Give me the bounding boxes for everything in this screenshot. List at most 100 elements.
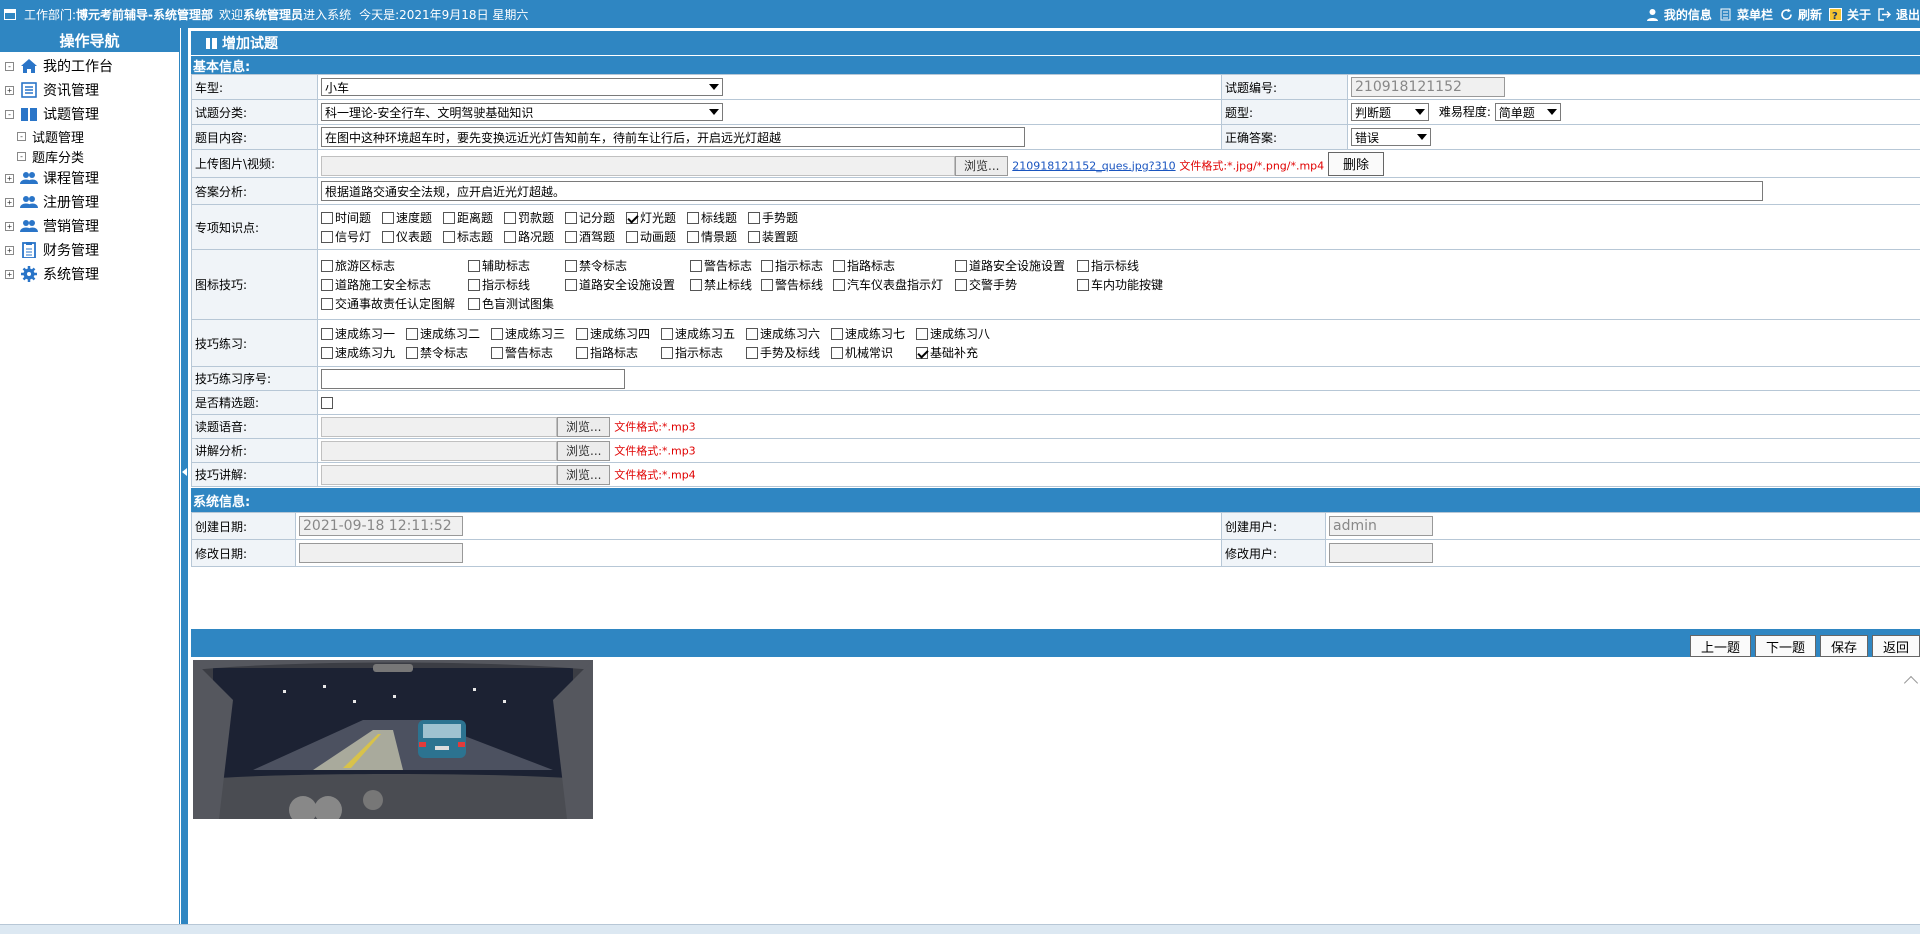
- checkbox-option[interactable]: 速成练习九: [321, 344, 402, 361]
- checkbox[interactable]: [626, 230, 638, 243]
- checkbox-option[interactable]: 道路施工安全标志: [321, 276, 464, 293]
- sidebar-item-news[interactable]: + 资讯管理: [0, 78, 179, 102]
- sidebar-item-marketing[interactable]: + 营销管理: [0, 214, 179, 238]
- checkbox[interactable]: [690, 278, 702, 291]
- sidebar-item-questions[interactable]: - 试题管理: [0, 102, 179, 126]
- checkbox[interactable]: [443, 211, 455, 224]
- collapse-toggle[interactable]: -: [17, 131, 26, 141]
- sidebar-subitem-bank-category[interactable]: - 题库分类: [0, 146, 179, 166]
- question-no-field[interactable]: 210918121152: [1351, 77, 1505, 97]
- expand-toggle[interactable]: +: [5, 197, 14, 207]
- checkbox[interactable]: [321, 211, 333, 224]
- about-link[interactable]: ? 关于: [1828, 6, 1871, 23]
- qtype-select[interactable]: 判断题: [1351, 103, 1429, 122]
- checkbox-option[interactable]: 禁令标志: [406, 344, 487, 361]
- checkbox-option[interactable]: 路况题: [504, 228, 561, 245]
- voice-file-input[interactable]: 浏览...: [321, 416, 611, 437]
- expand-toggle[interactable]: +: [5, 85, 14, 95]
- checkbox[interactable]: [831, 327, 843, 340]
- checkbox[interactable]: [746, 327, 758, 340]
- refresh-link[interactable]: 刷新: [1780, 6, 1822, 23]
- expand-toggle[interactable]: +: [5, 245, 14, 255]
- expand-toggle[interactable]: +: [5, 221, 14, 231]
- checkbox[interactable]: [491, 327, 503, 340]
- prev-question-button[interactable]: 上一题: [1689, 635, 1751, 657]
- checkbox-checked[interactable]: [626, 211, 638, 224]
- checkbox[interactable]: [746, 346, 758, 359]
- checkbox[interactable]: [321, 259, 333, 272]
- sidebar-item-courses[interactable]: + 课程管理: [0, 166, 179, 190]
- sidebar-item-finance[interactable]: + 财务管理: [0, 238, 179, 262]
- checkbox[interactable]: [955, 278, 967, 291]
- checkbox[interactable]: [565, 211, 577, 224]
- checkbox[interactable]: [833, 259, 845, 272]
- uploaded-file-link[interactable]: 210918121152_ques.jpg?310: [1012, 159, 1175, 172]
- expand-toggle[interactable]: +: [5, 173, 14, 183]
- checkbox-option[interactable]: 速成练习七: [831, 325, 912, 342]
- checkbox[interactable]: [661, 327, 673, 340]
- collapse-toggle[interactable]: -: [17, 151, 26, 161]
- sidebar-splitter[interactable]: [181, 28, 188, 924]
- checkbox-option[interactable]: 酒驾题: [565, 228, 622, 245]
- browse-button[interactable]: 浏览...: [557, 416, 611, 437]
- checkbox[interactable]: [382, 211, 394, 224]
- sidebar-item-workbench[interactable]: - 我的工作台: [0, 54, 179, 78]
- sidebar-subitem-question-manage[interactable]: - 试题管理: [0, 126, 179, 146]
- collapse-arrow-icon[interactable]: [182, 468, 187, 476]
- browse-button[interactable]: 浏览...: [955, 155, 1009, 176]
- checkbox[interactable]: [443, 230, 455, 243]
- checkbox[interactable]: [761, 278, 773, 291]
- checkbox-option[interactable]: 辅助标志: [468, 257, 561, 274]
- checkbox-option[interactable]: 指示标线: [1077, 257, 1167, 274]
- checkbox-option[interactable]: 色盲测试图集: [468, 295, 561, 312]
- checkbox-option[interactable]: 记分题: [565, 209, 622, 226]
- browse-button[interactable]: 浏览...: [557, 464, 611, 485]
- checkbox[interactable]: [687, 211, 699, 224]
- checkbox[interactable]: [491, 346, 503, 359]
- checkbox-option[interactable]: 信号灯: [321, 228, 378, 245]
- my-info-link[interactable]: 我的信息: [1646, 6, 1712, 23]
- checkbox[interactable]: [1077, 278, 1089, 291]
- checkbox-option[interactable]: 灯光题: [626, 209, 683, 226]
- logout-link[interactable]: 退出: [1878, 6, 1920, 23]
- sidebar-item-registration[interactable]: + 注册管理: [0, 190, 179, 214]
- browse-button[interactable]: 浏览...: [557, 440, 611, 461]
- upload-file-input[interactable]: 浏览...: [321, 155, 1009, 176]
- checkbox-option[interactable]: 指示标线: [468, 276, 561, 293]
- checkbox[interactable]: [576, 346, 588, 359]
- checkbox-option[interactable]: 车内功能按键: [1077, 276, 1167, 293]
- checkbox-option[interactable]: 指示标志: [761, 257, 829, 274]
- checkbox[interactable]: [1077, 259, 1089, 272]
- checkbox-option[interactable]: 动画题: [626, 228, 683, 245]
- expand-toggle[interactable]: +: [5, 269, 14, 279]
- checkbox-option[interactable]: 汽车仪表盘指示灯: [833, 276, 951, 293]
- checkbox-option[interactable]: 警告标志: [690, 257, 757, 274]
- checkbox-option[interactable]: 速成练习一: [321, 325, 402, 342]
- checkbox[interactable]: [406, 346, 418, 359]
- checkbox-option[interactable]: 指示标志: [661, 344, 742, 361]
- difficulty-select[interactable]: 简单题: [1494, 103, 1561, 122]
- checkbox-option[interactable]: 交警手势: [955, 276, 1073, 293]
- next-question-button[interactable]: 下一题: [1754, 635, 1816, 657]
- answer-select[interactable]: 错误: [1351, 128, 1431, 146]
- checkbox[interactable]: [748, 211, 760, 224]
- checkbox-option[interactable]: 道路安全设施设置: [565, 276, 686, 293]
- checkbox-option[interactable]: 情景题: [687, 228, 744, 245]
- checkbox[interactable]: [321, 297, 333, 310]
- checkbox-option[interactable]: 标志题: [443, 228, 500, 245]
- category-select[interactable]: 科一理论-安全行车、文明驾驶基础知识: [321, 103, 723, 121]
- checkbox-option[interactable]: 速成练习四: [576, 325, 657, 342]
- checkbox-option[interactable]: 标线题: [687, 209, 744, 226]
- checkbox[interactable]: [833, 278, 845, 291]
- checkbox-option[interactable]: 速成练习八: [916, 325, 997, 342]
- scroll-up-icon[interactable]: [1903, 675, 1919, 691]
- skill-video-file-input[interactable]: 浏览...: [321, 464, 611, 485]
- checkbox[interactable]: [321, 230, 333, 243]
- checkbox[interactable]: [831, 346, 843, 359]
- checkbox[interactable]: [565, 230, 577, 243]
- checkbox-option[interactable]: 交通事故责任认定图解: [321, 295, 464, 312]
- car-type-select[interactable]: 小车: [321, 78, 723, 96]
- checkbox[interactable]: [690, 259, 702, 272]
- checkbox[interactable]: [565, 278, 577, 291]
- checkbox[interactable]: [504, 211, 516, 224]
